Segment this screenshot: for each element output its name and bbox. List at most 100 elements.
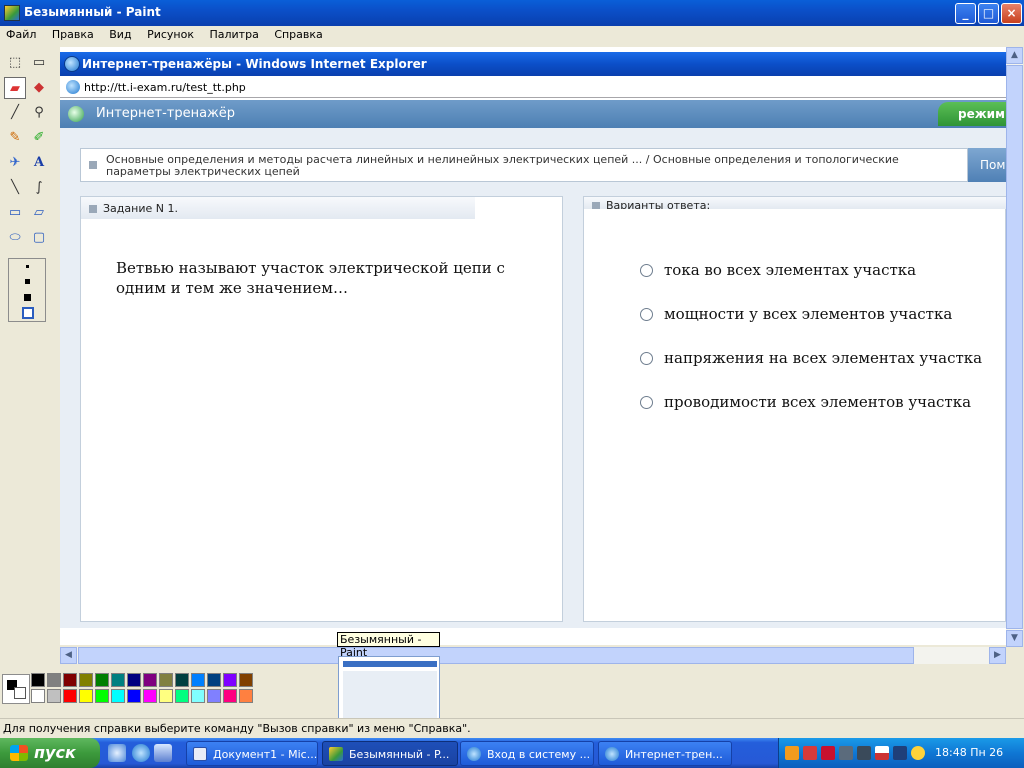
vertical-scroll-thumb[interactable]	[1006, 65, 1023, 629]
start-label: пуск	[34, 743, 76, 762]
color-swatch[interactable]	[175, 673, 189, 687]
color-swatch[interactable]	[31, 673, 45, 687]
ellipse-icon[interactable]: ⬭	[4, 227, 26, 249]
task-login[interactable]: Вход в систему ...	[460, 741, 594, 766]
bluetooth-icon[interactable]	[911, 746, 925, 760]
magnifier-icon[interactable]: ⚲	[28, 102, 50, 124]
polygon-icon[interactable]: ▱	[28, 202, 50, 224]
menu-file[interactable]: Файл	[0, 26, 42, 41]
size-xlarge[interactable]	[22, 307, 34, 319]
color-swatch[interactable]	[207, 673, 221, 687]
size-small[interactable]	[26, 265, 29, 268]
thumbnail-titlebar	[343, 661, 437, 667]
task-trainer[interactable]: Интернет-трен...	[598, 741, 732, 766]
rect-select-icon[interactable]: ▭	[28, 52, 50, 74]
paint-title-bar[interactable]: Безымянный - Paint _ □ ×	[0, 0, 1024, 26]
task-label: Безымянный - P...	[349, 748, 450, 761]
site-logo-icon	[68, 106, 84, 122]
airbrush-icon[interactable]: ✈	[4, 152, 26, 174]
color-swatch[interactable]	[159, 689, 173, 703]
quicklaunch-media-icon[interactable]	[154, 744, 172, 762]
brush-icon[interactable]: ✐	[28, 127, 50, 149]
help-button: Пом	[968, 148, 1006, 182]
current-colors[interactable]	[2, 674, 30, 704]
line-icon[interactable]: ╲	[4, 177, 26, 199]
color-swatch[interactable]	[191, 673, 205, 687]
menu-edit[interactable]: Правка	[46, 26, 100, 41]
answers-panel-head: Варианты ответа:	[584, 197, 1006, 209]
color-swatch[interactable]	[175, 689, 189, 703]
rounded-rect-icon[interactable]: ▢	[28, 227, 50, 249]
bullet-icon	[89, 205, 97, 213]
media-player-icon[interactable]	[785, 746, 799, 760]
maximize-button[interactable]: □	[978, 3, 999, 24]
color-swatch[interactable]	[63, 673, 77, 687]
start-button[interactable]: пуск	[0, 738, 100, 768]
menu-bar: Файл Правка Вид Рисунок Палитра Справка	[0, 26, 1024, 44]
color-swatch[interactable]	[111, 689, 125, 703]
task-word[interactable]: Документ1 - Mic...	[186, 741, 318, 766]
status-text: Для получения справки выберите команду "…	[3, 722, 471, 735]
minimize-button[interactable]: _	[955, 3, 976, 24]
size-large[interactable]	[24, 294, 31, 301]
eraser-icon[interactable]: ▰	[4, 77, 26, 99]
scroll-up-icon[interactable]: ▲	[1006, 47, 1023, 64]
curve-icon[interactable]: ∫	[28, 177, 50, 199]
color-swatch[interactable]	[95, 689, 109, 703]
color-swatch[interactable]	[79, 673, 93, 687]
color-swatch[interactable]	[239, 673, 253, 687]
horizontal-scroll-thumb[interactable]	[78, 647, 914, 664]
color-swatch[interactable]	[159, 673, 173, 687]
menu-help[interactable]: Справка	[268, 26, 328, 41]
language-flag-icon[interactable]	[875, 746, 889, 760]
scroll-left-icon[interactable]: ◀	[60, 647, 77, 664]
menu-image[interactable]: Рисунок	[141, 26, 200, 41]
scroll-down-icon[interactable]: ▼	[1006, 630, 1023, 647]
menu-view[interactable]: Вид	[103, 26, 137, 41]
color-swatch[interactable]	[191, 689, 205, 703]
paint-icon	[329, 747, 343, 761]
color-swatch[interactable]	[47, 673, 61, 687]
color-swatch[interactable]	[79, 689, 93, 703]
color-swatch[interactable]	[143, 673, 157, 687]
menu-colors[interactable]: Палитра	[203, 26, 264, 41]
quicklaunch-network-icon[interactable]	[108, 744, 126, 762]
color-swatch[interactable]	[63, 689, 77, 703]
color-swatch[interactable]	[127, 689, 141, 703]
size-medium[interactable]	[25, 279, 30, 284]
horizontal-scrollbar[interactable]: ◀ ▶	[60, 647, 1006, 664]
color-swatch[interactable]	[47, 689, 61, 703]
fill-icon[interactable]: ◆	[28, 77, 50, 99]
printer-icon[interactable]	[839, 746, 853, 760]
close-button[interactable]: ×	[1001, 3, 1022, 24]
paint-app-icon[interactable]	[4, 5, 20, 21]
task-paint[interactable]: Безымянный - P...	[322, 741, 458, 766]
color-swatch[interactable]	[95, 673, 109, 687]
background-color[interactable]	[14, 687, 26, 699]
monitor-icon[interactable]	[857, 746, 871, 760]
color-swatch[interactable]	[207, 689, 221, 703]
color-swatch[interactable]	[239, 689, 253, 703]
color-swatch[interactable]	[223, 689, 237, 703]
text-icon[interactable]: A	[28, 152, 50, 174]
antivirus-icon[interactable]	[821, 746, 835, 760]
answers-label: Варианты ответа:	[606, 199, 711, 209]
free-select-icon[interactable]: ⬚	[4, 52, 26, 74]
vertical-scrollbar[interactable]: ▲ ▼	[1006, 47, 1023, 647]
tool-options[interactable]	[8, 258, 46, 322]
quicklaunch-ie-icon[interactable]	[132, 744, 150, 762]
color-picker-icon[interactable]: ╱	[4, 102, 26, 124]
color-swatch[interactable]	[223, 673, 237, 687]
ie-url: http://tt.i-exam.ru/test_tt.php	[84, 81, 246, 94]
volume-icon[interactable]	[893, 746, 907, 760]
rectangle-icon[interactable]: ▭	[4, 202, 26, 224]
color-swatch[interactable]	[111, 673, 125, 687]
network-icon[interactable]	[803, 746, 817, 760]
pencil-icon[interactable]: ✎	[4, 127, 26, 149]
scroll-right-icon[interactable]: ▶	[989, 647, 1006, 664]
breadcrumb-text: Основные определения и методы расчета ли…	[106, 153, 899, 178]
color-swatch[interactable]	[31, 689, 45, 703]
answer-text: тока во всех элементах участка	[664, 261, 917, 279]
color-swatch[interactable]	[127, 673, 141, 687]
color-swatch[interactable]	[143, 689, 157, 703]
